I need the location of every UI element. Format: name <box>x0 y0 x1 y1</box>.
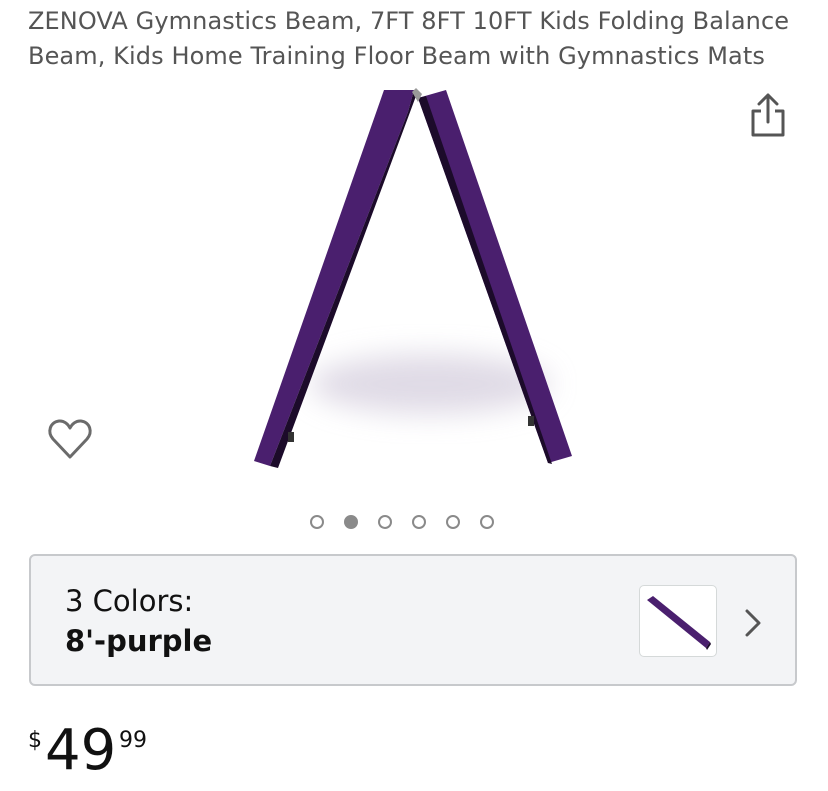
carousel-dot[interactable] <box>480 515 494 529</box>
carousel-dot[interactable] <box>378 515 392 529</box>
price-currency-symbol: $ <box>28 728 42 753</box>
image-carousel-dots <box>310 515 494 529</box>
chevron-right-icon[interactable] <box>743 608 763 638</box>
product-title: ZENOVA Gymnastics Beam, 7FT 8FT 10FT Kid… <box>28 7 790 70</box>
carousel-dot[interactable] <box>412 515 426 529</box>
price-whole: 49 <box>45 718 117 783</box>
variant-thumbnail <box>639 585 717 657</box>
variant-label: 3 Colors: <box>65 584 194 618</box>
heart-icon[interactable] <box>46 416 94 462</box>
carousel-dot[interactable] <box>310 515 324 529</box>
carousel-dot[interactable] <box>446 515 460 529</box>
variant-selected-value: 8'-purple <box>65 624 213 658</box>
share-icon[interactable] <box>748 92 788 138</box>
price-fraction: 99 <box>119 728 147 753</box>
color-variant-selector[interactable]: 3 Colors: 8'-purple <box>29 554 797 686</box>
product-image[interactable] <box>230 84 600 474</box>
carousel-dot-active[interactable] <box>344 515 358 529</box>
